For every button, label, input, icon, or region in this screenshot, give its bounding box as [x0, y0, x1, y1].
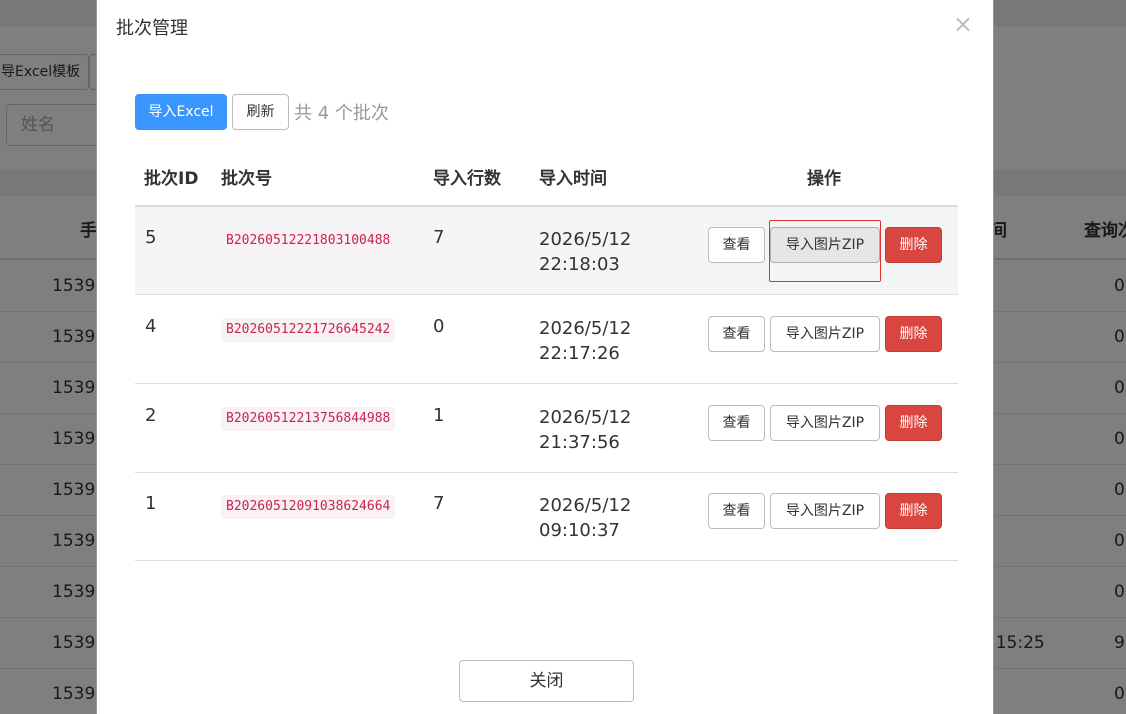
delete-button[interactable]: 删除 — [885, 227, 942, 263]
delete-button[interactable]: 删除 — [885, 493, 942, 529]
batch-number: B20260512091038624664 — [221, 495, 396, 519]
import-date: 2026/5/12 — [539, 495, 632, 516]
import-time: 2026/5/12 22:18:03 — [539, 227, 631, 277]
import-clock: 22:18:03 — [539, 254, 620, 275]
import-rows: 1 — [433, 405, 445, 426]
import-zip-button[interactable]: 导入图片ZIP — [770, 316, 880, 352]
batch-id: 4 — [145, 316, 157, 337]
batch-count-text: 共 4 个批次 — [294, 103, 389, 124]
modal-title: 批次管理 — [116, 18, 188, 39]
column-import-rows: 导入行数 — [433, 169, 501, 189]
table-row: 5 B20260512221803100488 7 2026/5/12 22:1… — [135, 207, 958, 295]
delete-button[interactable]: 删除 — [885, 405, 942, 441]
import-time: 2026/5/12 09:10:37 — [539, 493, 631, 543]
refresh-button[interactable]: 刷新 — [232, 94, 289, 130]
import-rows: 7 — [433, 493, 445, 514]
import-date: 2026/5/12 — [539, 318, 632, 339]
import-rows: 0 — [433, 316, 445, 337]
table-row: 4 B20260512221726645242 0 2026/5/12 22:1… — [135, 296, 958, 384]
batch-id: 2 — [145, 405, 157, 426]
close-button[interactable]: 关闭 — [459, 660, 634, 702]
view-button[interactable]: 查看 — [708, 316, 765, 352]
import-zip-button[interactable]: 导入图片ZIP — [770, 405, 880, 441]
import-date: 2026/5/12 — [539, 229, 632, 250]
batch-number: B20260512213756844988 — [221, 407, 396, 431]
close-icon[interactable]: × — [953, 10, 973, 38]
view-button[interactable]: 查看 — [708, 227, 765, 263]
column-batch-id: 批次ID — [144, 169, 199, 189]
delete-button[interactable]: 删除 — [885, 316, 942, 352]
batch-number: B20260512221726645242 — [221, 318, 396, 342]
column-actions: 操作 — [807, 169, 841, 189]
import-time: 2026/5/12 22:17:26 — [539, 316, 631, 366]
batch-id: 1 — [145, 493, 157, 514]
import-excel-button[interactable]: 导入Excel — [135, 94, 227, 130]
batch-number: B20260512221803100488 — [221, 229, 396, 253]
table-row: 1 B20260512091038624664 7 2026/5/12 09:1… — [135, 473, 958, 561]
import-clock: 09:10:37 — [539, 520, 620, 541]
import-clock: 21:37:56 — [539, 432, 620, 453]
import-zip-button[interactable]: 导入图片ZIP — [770, 493, 880, 529]
column-batch-no: 批次号 — [221, 169, 272, 189]
table-row: 2 B20260512213756844988 1 2026/5/12 21:3… — [135, 385, 958, 473]
import-time: 2026/5/12 21:37:56 — [539, 405, 631, 455]
view-button[interactable]: 查看 — [708, 493, 765, 529]
import-clock: 22:17:26 — [539, 343, 620, 364]
view-button[interactable]: 查看 — [708, 405, 765, 441]
import-rows: 7 — [433, 227, 445, 248]
batch-management-modal: 批次管理 × 导入Excel 刷新 共 4 个批次 批次ID 批次号 导入行数 … — [96, 0, 994, 714]
column-import-time: 导入时间 — [539, 169, 607, 189]
batch-id: 5 — [145, 227, 157, 248]
import-date: 2026/5/12 — [539, 407, 632, 428]
import-zip-button[interactable]: 导入图片ZIP — [770, 227, 880, 263]
